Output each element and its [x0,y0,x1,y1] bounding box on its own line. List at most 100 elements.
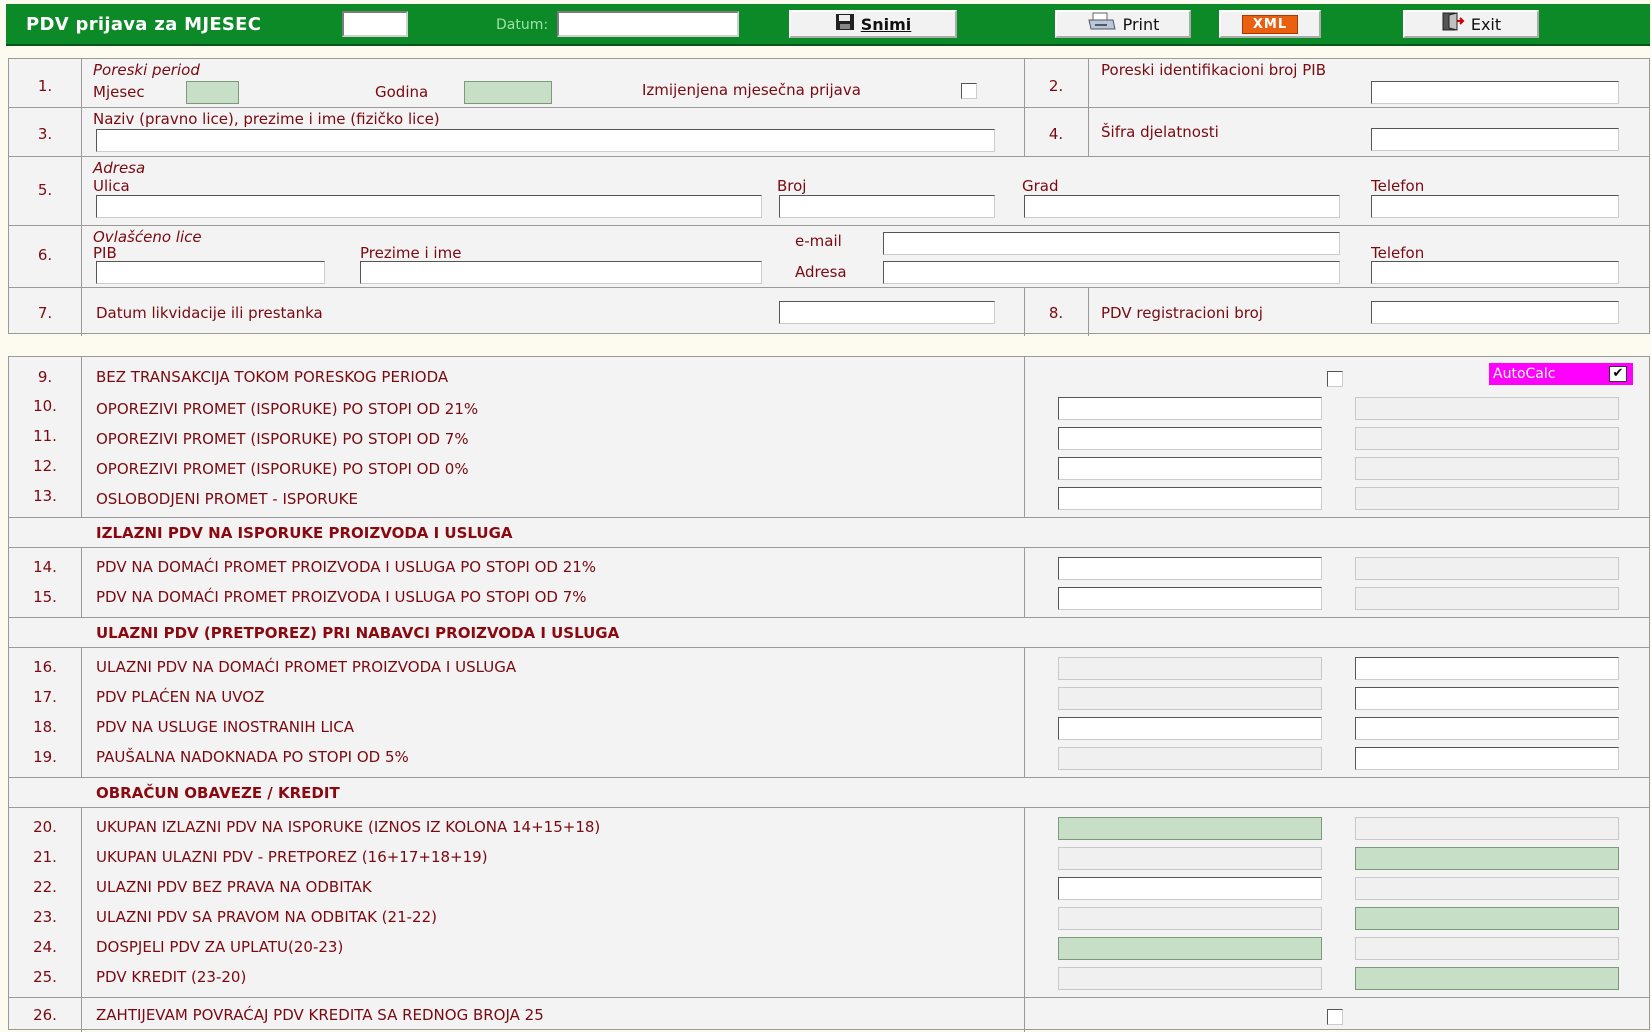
printer-icon [1087,12,1117,36]
line-16-base [1058,657,1322,680]
izmijenjena-label: Izmijenjena mjesečna prijava [642,81,861,99]
izmijenjena-checkbox[interactable] [961,83,977,99]
prezime-label: Prezime i ime [360,244,462,262]
pib-label: Poreski identifikacioni broj PIB [1101,61,1326,79]
line-11-input[interactable] [1058,427,1322,450]
ulazni-header-row: ULAZNI PDV (PRETPOREZ) PRI NABAVCI PROIZ… [9,617,1649,647]
line-12-label: OPOREZIVI PROMET (ISPORUKE) PO STOPI OD … [96,460,469,478]
adresa-title: Adresa [93,159,146,177]
line-25-value [1355,967,1619,990]
ovl-adresa-input[interactable] [883,261,1340,284]
line-19-input[interactable] [1355,747,1619,770]
line-13-input[interactable] [1058,487,1322,510]
godina-input[interactable] [464,81,552,104]
row-number: 5. [37,181,53,199]
line-18-input[interactable] [1355,717,1619,740]
row-number: 8. [1048,304,1064,322]
line-12-pdv [1355,457,1619,480]
obracun-header-row: OBRAČUN OBAVEZE / KREDIT [9,777,1649,807]
ovl-pib-input[interactable] [96,261,325,284]
line-9-label: BEZ TRANSAKCIJA TOKOM PORESKOG PERIODA [96,368,449,386]
line-20-value [1058,817,1322,840]
row-3-4: 3. Naziv (pravno lice), prezime i ime (f… [9,107,1649,157]
row-number: 13. [33,487,57,505]
line-26-label: ZAHTIJEVAM POVRAĆAJ PDV KREDITA SA REDNO… [96,1006,544,1024]
ovl-telefon-input[interactable] [1371,261,1619,284]
autocalc-toggle[interactable]: AutoCalc ✔ [1489,363,1633,385]
pib-input[interactable] [1371,81,1619,104]
line-20-right [1355,817,1619,840]
row-number: 3. [37,125,53,143]
line-15-pdv [1355,587,1619,610]
obracun-header: OBRAČUN OBAVEZE / KREDIT [96,784,340,802]
row-number: 2. [1048,77,1064,95]
form-title: PDV prijava za MJESEC [26,14,262,35]
line-18-base[interactable] [1058,717,1322,740]
row-number: 25. [33,968,57,986]
pdv-reg-input[interactable] [1371,301,1619,324]
email-label: e-mail [795,232,842,250]
pdv-lines-section: AutoCalc ✔ 9. BEZ TRANSAKCIJA TOKOM PORE… [8,356,1650,1032]
grad-input[interactable] [1024,195,1340,218]
line-17-input[interactable] [1355,687,1619,710]
line-11-pdv [1355,427,1619,450]
naziv-label: Naziv (pravno lice), prezime i ime (fizi… [93,110,440,128]
line-23-label: ULAZNI PDV SA PRAVOM NA ODBITAK (21-22) [96,908,437,926]
line-10-input[interactable] [1058,397,1322,420]
ulica-input[interactable] [96,195,762,218]
line-22-input[interactable] [1058,877,1322,900]
row-number: 20. [33,818,57,836]
exit-button[interactable]: Exit [1403,10,1539,38]
autocalc-checkbox[interactable]: ✔ [1609,366,1627,382]
row-number: 1. [37,77,53,95]
line-13-label: OSLOBODJENI PROMET - ISPORUKE [96,490,358,508]
save-button[interactable]: Snimi [789,10,957,38]
row-number: 17. [33,688,57,706]
naziv-input[interactable] [96,129,995,152]
row-number: 19. [33,748,57,766]
line-16-label: ULAZNI PDV NA DOMAĆI PROMET PROIZVODA I … [96,658,517,676]
floppy-disk-icon [835,13,855,35]
ulazni-header: ULAZNI PDV (PRETPOREZ) PRI NABAVCI PROIZ… [96,624,620,642]
row-6: 6. Ovlašćeno lice PIB Prezime i ime e-ma… [9,225,1649,288]
line-19-label: PAUŠALNA NADOKNADA PO STOPI OD 5% [96,748,409,766]
line-17-label: PDV PLAĆEN NA UVOZ [96,688,265,706]
mjesec-label: Mjesec [93,83,145,101]
sifra-input[interactable] [1371,128,1619,151]
autocalc-label: AutoCalc [1493,366,1556,382]
broj-input[interactable] [779,195,995,218]
line-21-label: UKUPAN ULAZNI PDV - PRETPOREZ (16+17+18+… [96,848,488,866]
line-14-input[interactable] [1058,557,1322,580]
print-button[interactable]: Print [1055,10,1191,38]
sifra-label: Šifra djelatnosti [1101,123,1219,141]
ovl-pib-label: PIB [93,244,117,262]
xml-button[interactable]: XML [1219,10,1321,38]
block-9-13: AutoCalc ✔ 9. BEZ TRANSAKCIJA TOKOM PORE… [9,357,1649,517]
line-25-label: PDV KREDIT (23-20) [96,968,247,986]
month-input[interactable] [342,11,408,37]
row-number: 14. [33,558,57,576]
line-15-input[interactable] [1058,587,1322,610]
povracaj-checkbox[interactable] [1327,1009,1343,1025]
block-14-15: 14. PDV NA DOMAĆI PROMET PROIZVODA I USL… [9,547,1649,618]
bez-transakcija-checkbox[interactable] [1327,371,1343,387]
mjesec-input[interactable] [186,81,239,104]
datum-input[interactable] [557,11,739,37]
row-number: 26. [33,1006,57,1024]
telefon-input[interactable] [1371,195,1619,218]
prezime-input[interactable] [360,261,762,284]
row-number: 7. [37,304,53,322]
telefon-label: Telefon [1371,177,1425,195]
ulica-label: Ulica [93,177,130,195]
line-16-input[interactable] [1355,657,1619,680]
ovl-telefon-label: Telefon [1371,244,1425,262]
toolbar: PDV prijava za MJESEC Datum: Snimi Print… [6,4,1650,46]
row-number: 10. [33,397,57,415]
row-number: 4. [1048,125,1064,143]
line-12-input[interactable] [1058,457,1322,480]
email-input[interactable] [883,232,1340,255]
line-13-pdv [1355,487,1619,510]
grad-label: Grad [1022,177,1059,195]
datum-likvidacije-input[interactable] [779,301,995,324]
row-number: 15. [33,588,57,606]
